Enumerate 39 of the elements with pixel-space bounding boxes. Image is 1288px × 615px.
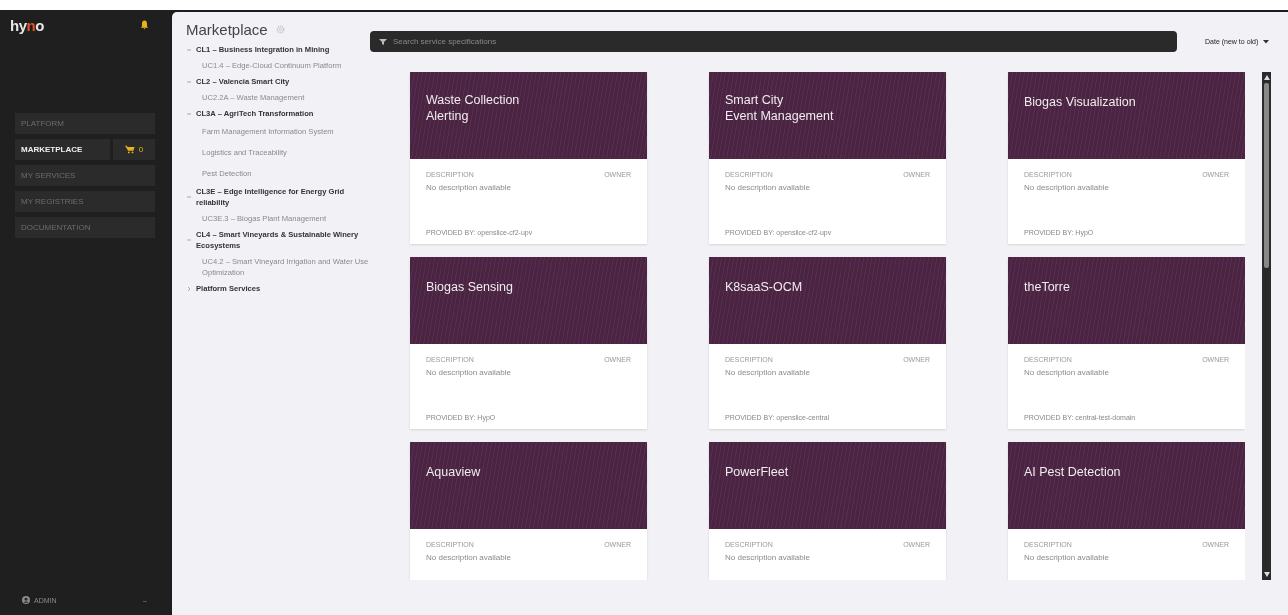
page-title: Marketplace bbox=[186, 21, 268, 38]
card-title: PowerFleet bbox=[725, 464, 789, 480]
bell-icon[interactable] bbox=[140, 20, 149, 30]
card-title: Biogas Sensing bbox=[426, 279, 513, 295]
card-description: No description available bbox=[1024, 183, 1109, 192]
filter-icon bbox=[379, 39, 387, 45]
search-field[interactable]: Search service specifications bbox=[370, 31, 1177, 52]
card-description: No description available bbox=[426, 183, 511, 192]
card-description: No description available bbox=[725, 183, 810, 192]
nav-item[interactable]: MARKETPLACE bbox=[15, 139, 110, 160]
card-description: No description available bbox=[725, 553, 810, 562]
card-description: No description available bbox=[426, 368, 511, 377]
user-icon bbox=[22, 596, 30, 604]
card-description: No description available bbox=[1024, 368, 1109, 377]
collapse-icon[interactable] bbox=[186, 110, 192, 117]
collapse-icon[interactable] bbox=[186, 194, 192, 200]
logo: hyno bbox=[10, 16, 44, 34]
card-title: Biogas Visualization bbox=[1024, 94, 1136, 110]
card-title: AI Pest Detection bbox=[1024, 464, 1121, 480]
settings-icon[interactable] bbox=[275, 25, 285, 34]
collapse-icon[interactable] bbox=[186, 237, 192, 243]
card-title: Aquaview bbox=[426, 464, 481, 480]
scroll-down-icon[interactable] bbox=[1263, 572, 1270, 577]
card-description: No description available bbox=[426, 553, 511, 562]
expand-icon[interactable] bbox=[186, 285, 192, 292]
card-title: Smart City Event Management bbox=[725, 92, 834, 124]
card-title: K8saaS-OCM bbox=[725, 279, 803, 295]
scrollbar[interactable] bbox=[1262, 72, 1271, 580]
caret-icon bbox=[1263, 39, 1270, 44]
collapse-icon[interactable] bbox=[186, 46, 192, 53]
collapse-icon[interactable] bbox=[186, 78, 192, 85]
scrollbar-thumb[interactable] bbox=[1264, 83, 1269, 268]
cart-button[interactable]: 0 bbox=[113, 139, 155, 160]
card-description: No description available bbox=[1024, 553, 1109, 562]
card-title: theTorre bbox=[1024, 279, 1070, 295]
scroll-up-icon[interactable] bbox=[1263, 75, 1270, 80]
card-description: No description available bbox=[725, 368, 810, 377]
cart-icon bbox=[124, 145, 135, 154]
card-title: Waste Collection Alerting bbox=[426, 92, 520, 124]
